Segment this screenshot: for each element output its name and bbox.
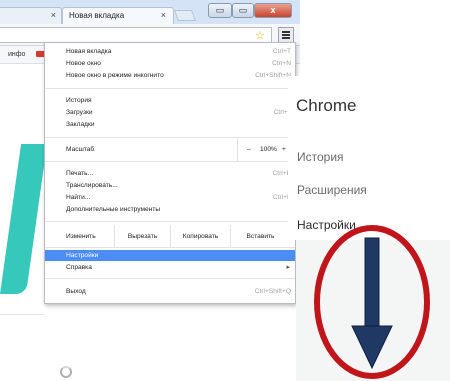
menu-separator <box>45 278 295 279</box>
zoom-row: Масштаб – 100% + <box>45 138 295 161</box>
new-tab-button[interactable] <box>173 10 197 21</box>
menu-item-new-window[interactable]: Новое окно Ctrl+N <box>45 58 295 69</box>
title-bar: × Новая вкладка × ▭ ▭ x <box>0 0 300 24</box>
menu-item-shortcut: Ctrl+N <box>272 60 291 67</box>
menu-item-label: Новое окно в режиме инкогнито <box>66 72 164 79</box>
copy-button[interactable]: Копировать <box>170 225 230 248</box>
bookmark-item[interactable]: инфо <box>8 51 25 58</box>
zoom-out-button[interactable]: – <box>247 146 251 153</box>
menu-item-shortcut: Ctrl+Shift+N <box>255 72 291 79</box>
sidebar-item-extensions[interactable]: Расширения <box>297 183 367 197</box>
menu-item-downloads[interactable]: Загрузки Ctrl+J <box>45 107 295 118</box>
tab-close-icon[interactable]: × <box>161 10 166 20</box>
menu-item-settings[interactable]: Настройки <box>45 250 295 261</box>
sidebar-title: Chrome <box>296 96 357 115</box>
sidebar-item-settings[interactable]: Настройки <box>297 218 356 232</box>
menu-separator <box>45 161 295 162</box>
paste-button[interactable]: Вставить <box>230 225 290 248</box>
menu-item-label: Загрузки <box>66 109 93 116</box>
edit-row: Изменить Вырезать Копировать Вставить <box>45 225 295 248</box>
submenu-arrow-icon: ▸ <box>286 264 290 271</box>
menu-separator <box>45 221 295 222</box>
menu-item-bookmarks[interactable]: Закладки <box>45 119 295 130</box>
menu-item-label: Закладки <box>66 121 95 128</box>
menu-item-label: Новое окно <box>66 60 101 67</box>
menu-item-label: Новая вкладка <box>66 48 112 55</box>
page-content <box>0 64 48 315</box>
menu-item-more-tools[interactable]: Дополнительные инструменты <box>45 204 295 215</box>
divider <box>0 314 44 315</box>
address-bar[interactable]: ☆ <box>0 27 272 43</box>
menu-separator <box>45 88 295 89</box>
chrome-menu-icon[interactable] <box>278 27 294 43</box>
menu-item-label: Найти... <box>66 194 91 201</box>
cut-label: Вырезать <box>127 233 158 240</box>
menu-item-label: Дополнительные инструменты <box>66 206 161 213</box>
close-window-button[interactable]: x <box>254 3 292 18</box>
menu-item-shortcut: Ctrl+T <box>272 48 291 55</box>
menu-item-label: История <box>66 97 92 104</box>
tab-label: Новая вкладка <box>69 11 125 20</box>
menu-item-new-tab[interactable]: Новая вкладка Ctrl+T <box>45 46 295 57</box>
menu-item-incognito[interactable]: Новое окно в режиме инкогнито Ctrl+Shift… <box>45 70 295 81</box>
tab-previous[interactable]: × <box>0 7 62 24</box>
settings-content-area <box>296 240 450 381</box>
menu-item-label: Настройки <box>66 252 99 259</box>
sidebar-item-history[interactable]: История <box>297 150 344 164</box>
menu-item-shortcut: Ctrl+Shift+Q <box>254 288 291 295</box>
divider <box>237 138 238 161</box>
copy-label: Копировать <box>182 233 219 240</box>
menu-separator <box>45 247 295 248</box>
menu-item-label: Печать... <box>66 170 94 177</box>
menu-item-help[interactable]: Справка ▸ <box>45 262 295 273</box>
page-graphic <box>0 144 48 294</box>
cut-button[interactable]: Вырезать <box>114 225 170 248</box>
menu-item-print[interactable]: Печать... Ctrl+P <box>45 168 295 179</box>
tab-new-tab[interactable]: Новая вкладка × <box>62 7 174 24</box>
zoom-in-button[interactable]: + <box>282 146 286 153</box>
menu-item-label: Транслировать... <box>66 182 118 189</box>
paste-label: Вставить <box>246 233 275 240</box>
edit-label: Изменить <box>66 233 96 240</box>
menu-item-exit[interactable]: Выход Ctrl+Shift+Q <box>45 286 295 297</box>
zoom-label: Масштаб <box>66 146 95 153</box>
magnifier-icon <box>60 366 72 378</box>
chrome-menu: Новая вкладка Ctrl+T Новое окно Ctrl+N Н… <box>44 42 296 304</box>
menu-item-label: Выход <box>66 288 86 295</box>
maximize-button[interactable]: ▭ <box>232 3 254 18</box>
tab-close-icon[interactable]: × <box>51 10 56 20</box>
menu-item-history[interactable]: История <box>45 95 295 106</box>
menu-item-label: Справка <box>66 264 92 271</box>
minimize-button[interactable]: ▭ <box>208 3 232 18</box>
menu-item-find[interactable]: Найти... Ctrl+F <box>45 192 295 203</box>
menu-item-cast[interactable]: Транслировать... <box>45 180 295 191</box>
bookmark-star-icon[interactable]: ☆ <box>255 29 265 42</box>
zoom-value: 100% <box>260 146 277 153</box>
